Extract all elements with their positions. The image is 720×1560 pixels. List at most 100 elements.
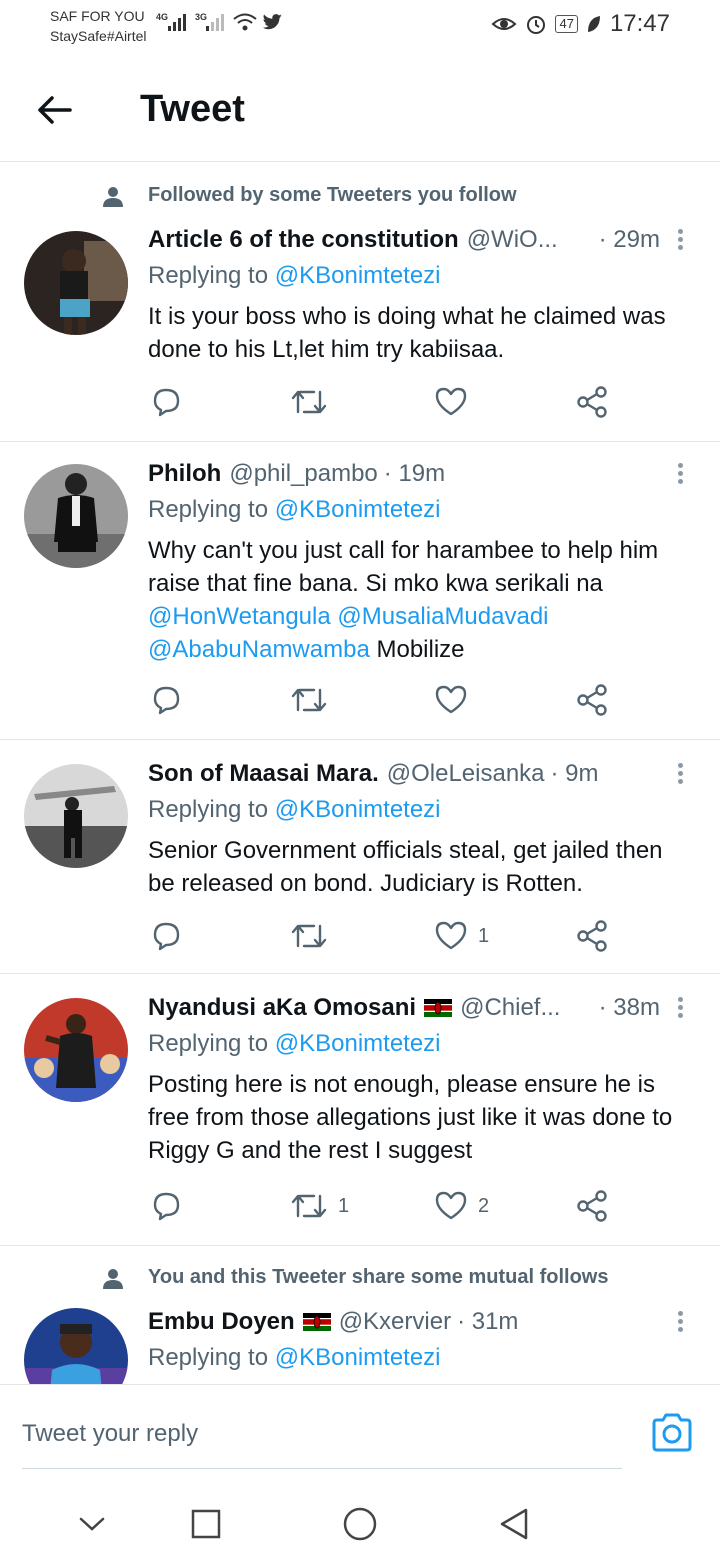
heart-icon xyxy=(435,387,467,416)
person-icon xyxy=(103,1269,123,1289)
avatar[interactable] xyxy=(24,231,128,335)
recents-button[interactable] xyxy=(184,1502,228,1546)
reply-feed: Followed by some Tweeters you follow Art… xyxy=(0,164,720,1384)
mention-link[interactable]: @KBonimtetezi xyxy=(275,796,441,823)
retweet-button[interactable] xyxy=(290,680,338,720)
tweet-header: Article 6 of the constitution @WiO... · … xyxy=(148,226,660,254)
user-handle[interactable]: @OleLeisanka xyxy=(387,760,545,788)
eye-comfort-icon xyxy=(491,18,517,30)
back-nav-button[interactable] xyxy=(492,1502,536,1546)
retweet-button[interactable] xyxy=(290,916,338,956)
share-button[interactable] xyxy=(576,680,610,720)
timestamp[interactable]: · 31m xyxy=(457,1308,518,1336)
more-vertical-icon[interactable] xyxy=(670,994,690,1024)
more-vertical-icon[interactable] xyxy=(670,760,690,790)
like-button[interactable]: 1 xyxy=(434,916,489,956)
like-button[interactable]: 2 xyxy=(434,1186,489,1226)
like-count: 2 xyxy=(478,1194,490,1217)
mention-link[interactable]: @AbabuNamwamba xyxy=(148,636,370,663)
speech-bubble-icon xyxy=(153,686,180,715)
system-nav-bar xyxy=(0,1486,720,1560)
share-button[interactable] xyxy=(576,382,610,422)
retweet-icon xyxy=(291,924,327,948)
signal-weak-icon xyxy=(206,14,224,31)
more-vertical-icon[interactable] xyxy=(670,226,690,256)
mention-link[interactable]: @KBonimtetezi xyxy=(275,1344,441,1371)
tweet[interactable]: Followed by some Tweeters you follow Art… xyxy=(0,164,720,442)
replying-to: Replying to @KBonimtetezi xyxy=(148,262,441,289)
timestamp[interactable]: · 19m xyxy=(384,460,445,488)
mention-link[interactable]: @KBonimtetezi xyxy=(275,262,441,289)
mention-link[interactable]: @KBonimtetezi xyxy=(275,496,441,523)
camera-button[interactable] xyxy=(650,1413,694,1457)
share-icon xyxy=(577,1190,607,1222)
retweet-icon xyxy=(291,688,327,712)
mention-link[interactable]: @MusaliaMudavadi xyxy=(337,603,548,630)
avatar[interactable] xyxy=(24,464,128,568)
tweet[interactable]: You and this Tweeter share some mutual f… xyxy=(0,1246,720,1384)
heart-icon xyxy=(435,1191,467,1220)
carrier-name: SAF FOR YOU xyxy=(50,8,145,24)
arrow-left-icon xyxy=(38,96,72,124)
share-button[interactable] xyxy=(576,1186,610,1226)
share-icon xyxy=(577,386,607,418)
tweet[interactable]: Son of Maasai Mara. @OleLeisanka · 9m Re… xyxy=(0,740,720,974)
retweet-button[interactable]: 1 xyxy=(290,1186,349,1226)
kenya-flag-icon xyxy=(302,1313,331,1331)
reply-input[interactable] xyxy=(22,1399,622,1469)
display-name[interactable]: Philoh xyxy=(148,460,221,488)
speech-bubble-icon xyxy=(153,388,180,417)
alarm-icon xyxy=(527,16,546,34)
timestamp[interactable]: · 38m xyxy=(599,994,660,1022)
more-vertical-icon[interactable] xyxy=(670,460,690,490)
mention-link[interactable]: @HonWetangula xyxy=(148,603,331,630)
tweet-header: Philoh @phil_pambo · 19m xyxy=(148,460,660,488)
home-button[interactable] xyxy=(338,1502,382,1546)
speech-bubble-icon xyxy=(153,922,180,951)
tweet[interactable]: Philoh @phil_pambo · 19m Replying to @KB… xyxy=(0,442,720,740)
tweet-actions xyxy=(148,382,628,422)
share-button[interactable] xyxy=(576,916,610,956)
status-bar: SAF FOR YOU StaySafe#Airtel 4G 3G 47 17:… xyxy=(0,0,720,50)
more-vertical-icon[interactable] xyxy=(670,1308,690,1338)
like-button[interactable] xyxy=(434,680,478,720)
user-handle[interactable]: @phil_pambo xyxy=(229,460,377,488)
display-name[interactable]: Embu Doyen xyxy=(148,1308,295,1336)
tweet[interactable]: Nyandusi aKa Omosani @Chief... · 38m Rep… xyxy=(0,974,720,1246)
user-handle[interactable]: @Kxervier xyxy=(339,1308,451,1336)
retweet-button[interactable] xyxy=(290,382,338,422)
clock: 17:47 xyxy=(609,10,670,37)
social-context: You and this Tweeter share some mutual f… xyxy=(148,1266,609,1288)
kenya-flag-icon xyxy=(424,999,453,1017)
mention-link[interactable]: @KBonimtetezi xyxy=(275,1030,441,1057)
tweet-text: Why can't you just call for harambee to … xyxy=(148,537,659,663)
back-button[interactable] xyxy=(28,88,80,132)
tweet-text: Senior Government officials steal, get j… xyxy=(148,837,663,897)
avatar[interactable] xyxy=(24,998,128,1102)
reply-button[interactable] xyxy=(150,916,182,956)
user-handle[interactable]: @Chief... xyxy=(460,994,560,1022)
retweet-count: 1 xyxy=(338,1194,350,1217)
tweet-header: Nyandusi aKa Omosani @Chief... · 38m xyxy=(148,994,660,1022)
carrier-tag: StaySafe#Airtel xyxy=(50,28,147,44)
like-button[interactable] xyxy=(434,382,478,422)
hide-keyboard-button[interactable] xyxy=(70,1502,114,1546)
carrier-info: SAF FOR YOU StaySafe#Airtel xyxy=(50,6,147,46)
tweet-header: Son of Maasai Mara. @OleLeisanka · 9m xyxy=(148,760,660,788)
social-context: Followed by some Tweeters you follow xyxy=(148,184,517,206)
avatar[interactable] xyxy=(24,1308,128,1384)
replying-to: Replying to @KBonimtetezi xyxy=(148,496,441,523)
display-name[interactable]: Article 6 of the constitution xyxy=(148,226,459,254)
avatar[interactable] xyxy=(24,764,128,868)
timestamp[interactable]: · 29m xyxy=(599,226,660,254)
display-name[interactable]: Nyandusi aKa Omosani xyxy=(148,994,416,1022)
reply-button[interactable] xyxy=(150,382,182,422)
display-name[interactable]: Son of Maasai Mara. xyxy=(148,760,379,788)
reply-button[interactable] xyxy=(150,1186,182,1226)
page-title: Tweet xyxy=(140,88,245,130)
tweet-header: Embu Doyen @Kxervier · 31m xyxy=(148,1308,660,1336)
tweet-text: It is your boss who is doing what he cla… xyxy=(148,303,666,363)
reply-button[interactable] xyxy=(150,680,182,720)
user-handle[interactable]: @WiO... xyxy=(467,226,558,254)
timestamp[interactable]: · 9m xyxy=(551,760,599,788)
